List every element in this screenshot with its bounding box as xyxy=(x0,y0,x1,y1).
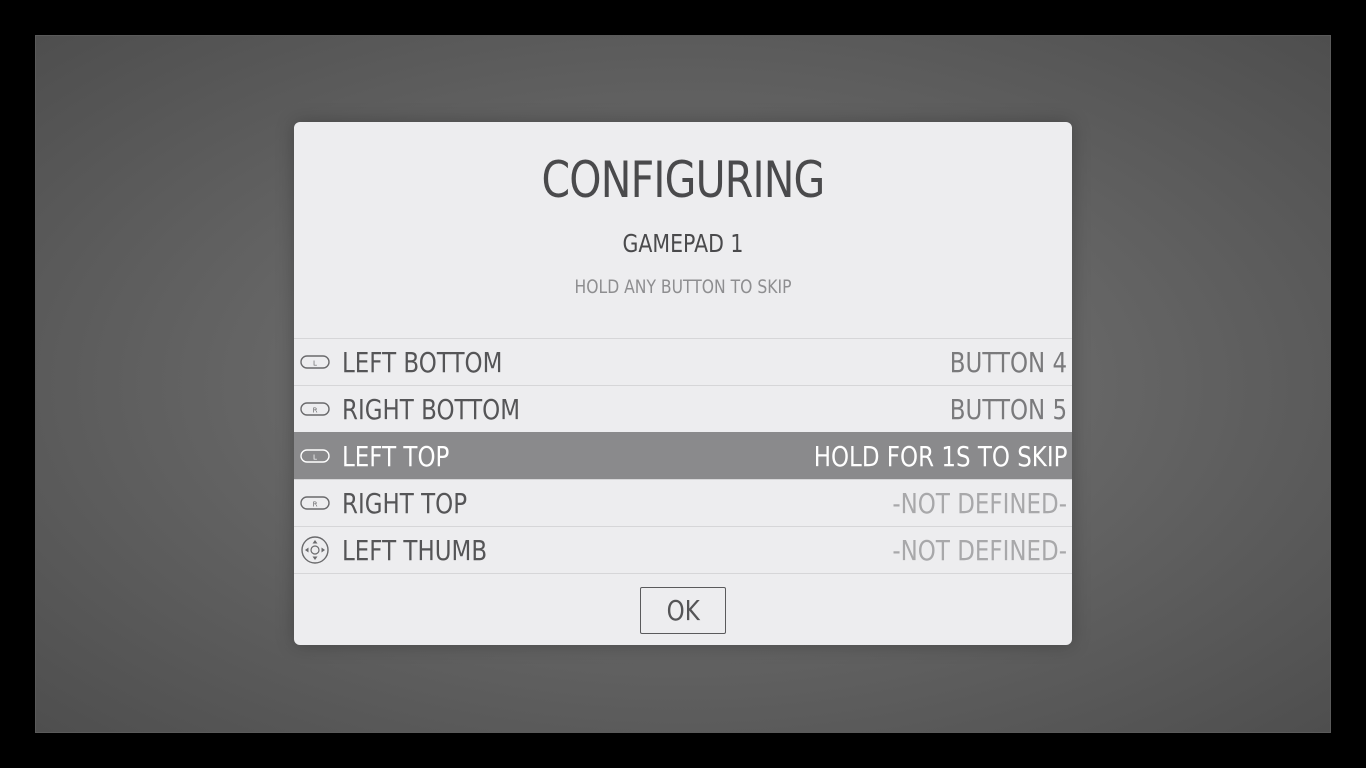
input-row-right-bottom[interactable]: R RIGHT BOTTOM BUTTON 5 xyxy=(294,385,1072,432)
device-name: GAMEPAD 1 xyxy=(622,229,744,258)
dialog-title: CONFIGURING xyxy=(541,151,825,209)
dpad-thumbstick-icon xyxy=(301,536,329,564)
input-row-left-top[interactable]: L LEFT TOP HOLD FOR 1S TO SKIP xyxy=(294,432,1072,479)
input-row-left-thumb[interactable]: LEFT THUMB -NOT DEFINED- xyxy=(294,526,1072,574)
input-row-right-top[interactable]: R RIGHT TOP -NOT DEFINED- xyxy=(294,479,1072,526)
input-label: RIGHT BOTTOM xyxy=(342,393,521,426)
ok-button-label: OK xyxy=(666,594,700,627)
input-label: LEFT THUMB xyxy=(342,534,488,567)
input-label: LEFT TOP xyxy=(342,440,450,473)
skip-hint: HOLD ANY BUTTON TO SKIP xyxy=(574,276,792,298)
r-shoulder-icon: R xyxy=(300,402,330,416)
input-value: -NOT DEFINED- xyxy=(892,534,1067,567)
input-value: BUTTON 4 xyxy=(949,346,1067,379)
svg-text:L: L xyxy=(313,454,317,462)
input-value: BUTTON 5 xyxy=(949,393,1067,426)
input-label: RIGHT TOP xyxy=(342,487,468,520)
svg-text:L: L xyxy=(313,360,317,368)
input-row-left-bottom[interactable]: L LEFT BOTTOM BUTTON 4 xyxy=(294,338,1072,385)
configuring-dialog: CONFIGURING GAMEPAD 1 HOLD ANY BUTTON TO… xyxy=(294,122,1072,645)
l-shoulder-icon: L xyxy=(300,355,330,369)
svg-text:R: R xyxy=(313,501,318,509)
input-mapping-list: L LEFT BOTTOM BUTTON 4 R RIGHT BOTTOM BU… xyxy=(294,338,1072,574)
input-value: HOLD FOR 1S TO SKIP xyxy=(813,440,1067,473)
input-label: LEFT BOTTOM xyxy=(342,346,503,379)
l-shoulder-icon: L xyxy=(300,449,330,463)
input-value: -NOT DEFINED- xyxy=(892,487,1067,520)
svg-text:R: R xyxy=(313,407,318,415)
r-shoulder-icon: R xyxy=(300,496,330,510)
ok-button[interactable]: OK xyxy=(640,587,726,634)
